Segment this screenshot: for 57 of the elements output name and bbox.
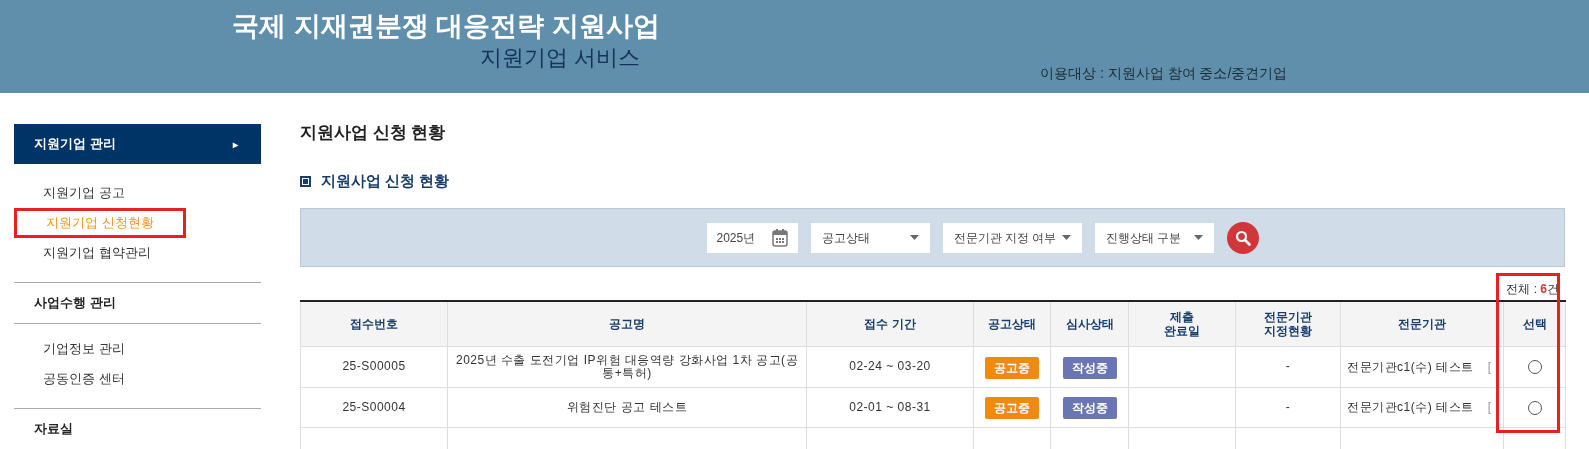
table-cell: 02-24 ~ 03-20 bbox=[806, 346, 974, 387]
audience-text: 이용대상 : 지원사업 참여 중소/중견기업 bbox=[1040, 64, 1288, 83]
table-cell: 위험진단 공고 테스트 bbox=[447, 387, 807, 427]
caret-icon bbox=[909, 235, 919, 240]
filter-dropdown[interactable]: 진행상태 구분 bbox=[1094, 222, 1214, 253]
status-badge: 공고중 bbox=[985, 397, 1039, 419]
select-radio[interactable] bbox=[1527, 360, 1542, 375]
select-radio[interactable] bbox=[1527, 400, 1542, 415]
table-cell: - bbox=[1235, 346, 1341, 387]
total-count: 전체 : 6건 bbox=[1505, 281, 1560, 298]
site-title: 국제 지재권분쟁 대응전략 지원사업 bbox=[232, 10, 660, 43]
filter-dropdown[interactable]: 공고상태 bbox=[810, 222, 930, 253]
menu-item[interactable]: 기업정보 관리 bbox=[14, 334, 154, 364]
year-value: 2025년 bbox=[716, 229, 756, 247]
column-header: 전문기관 지정현황 bbox=[1235, 301, 1341, 346]
menu-item[interactable]: 공동인증 센터 bbox=[14, 364, 154, 394]
square-icon bbox=[300, 175, 311, 187]
menu-item[interactable]: 지원기업 협약관리 bbox=[14, 238, 180, 268]
table-cell: 2025년 수출 도전기업 IP위험 대응역량 강화사업 1차 공고(공통+특허) bbox=[447, 346, 807, 387]
table-cell: - bbox=[1235, 387, 1341, 427]
search-button[interactable] bbox=[1226, 221, 1259, 254]
dropdown-value: 전문기관 지정 여부 bbox=[953, 229, 1057, 247]
calendar-icon bbox=[771, 228, 788, 247]
status-badge: 작성중 bbox=[1062, 356, 1117, 379]
column-header: 공고명 bbox=[447, 301, 807, 346]
dropdown-value: 공고상태 bbox=[821, 229, 870, 247]
agency-name: 전문기관c1(수) 테스트 bbox=[1347, 399, 1474, 416]
column-header: 제출 완료일 bbox=[1128, 301, 1236, 346]
column-header: 심사상태 bbox=[1050, 301, 1129, 346]
agency-name: 전문기관c1(수) 테스트 bbox=[1347, 358, 1474, 376]
site-subtitle: 지원기업 서비스 bbox=[480, 44, 641, 72]
year-field[interactable]: 2025년 bbox=[706, 222, 798, 253]
arrow-icon: ▸ bbox=[233, 136, 238, 152]
menu-section[interactable]: 자료실 bbox=[14, 409, 261, 449]
table-cell: 02-01 ~ 08-31 bbox=[806, 387, 974, 427]
menu-section[interactable]: 사업수행 관리 bbox=[14, 283, 261, 323]
table-cell: 25-S00004 bbox=[300, 387, 448, 427]
dropdown-value: 진행상태 구분 bbox=[1105, 229, 1181, 247]
menu-section-label: 지원기업 관리 bbox=[34, 135, 116, 154]
section-title: 지원사업 신청 현황 bbox=[321, 171, 450, 191]
column-header: 접수 기간 bbox=[806, 301, 974, 346]
alert-mark: [ bbox=[1487, 358, 1492, 376]
caret-icon bbox=[1061, 235, 1071, 240]
alert-mark: [ bbox=[1487, 399, 1492, 416]
table-cell: 25-S00005 bbox=[300, 346, 448, 387]
column-header: 공고상태 bbox=[973, 301, 1051, 346]
search-icon bbox=[1234, 229, 1251, 246]
status-badge: 작성중 bbox=[1062, 397, 1117, 419]
column-header: 선택 bbox=[1503, 301, 1566, 346]
column-header: 접수번호 bbox=[300, 301, 448, 346]
column-header: 전문기관 bbox=[1340, 301, 1504, 346]
page-title: 지원사업 신청 현황 bbox=[300, 122, 447, 144]
menu-item[interactable]: 지원기업 공고 bbox=[14, 178, 154, 208]
menu-section[interactable]: 지원기업 관리 ▸ bbox=[14, 124, 261, 164]
filter-dropdown[interactable]: 전문기관 지정 여부 bbox=[942, 222, 1082, 253]
caret-icon bbox=[1193, 235, 1203, 240]
status-badge: 공고중 bbox=[985, 356, 1039, 379]
